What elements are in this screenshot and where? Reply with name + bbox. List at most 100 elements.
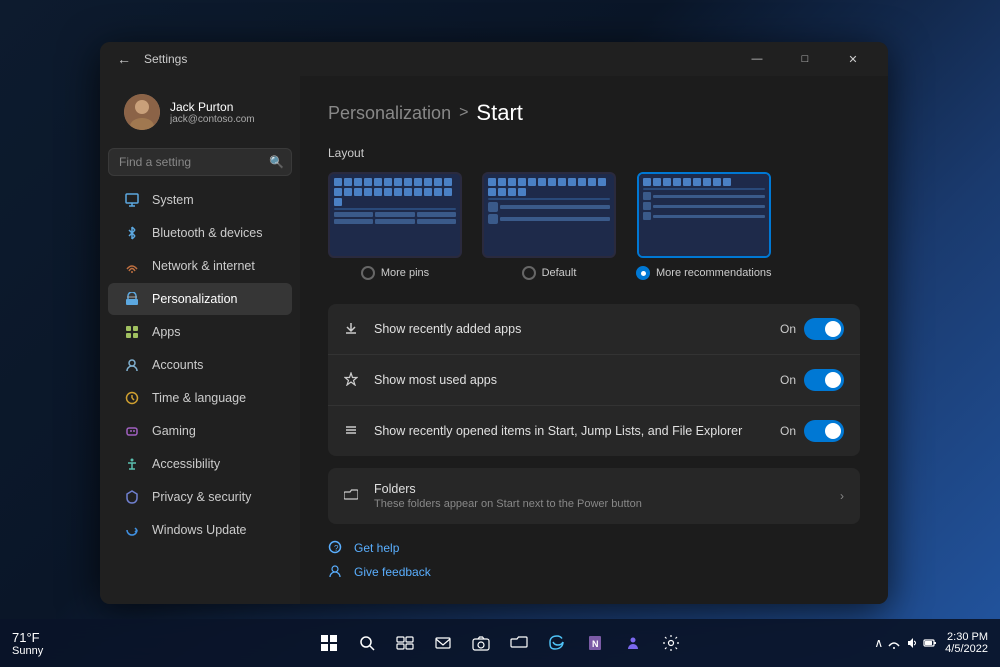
most-used-icon bbox=[344, 372, 362, 389]
get-help-label: Get help bbox=[354, 541, 399, 555]
back-button[interactable]: ← bbox=[112, 47, 136, 71]
recently-added-status: On bbox=[780, 322, 796, 336]
sys-tray-icons: ∧ bbox=[874, 636, 937, 650]
system-icon bbox=[124, 192, 140, 208]
taskview-button[interactable] bbox=[389, 627, 421, 659]
window-controls: — □ ✕ bbox=[734, 44, 876, 74]
sidebar-item-accessibility[interactable]: Accessibility bbox=[108, 448, 292, 480]
toggle-section: Show recently added apps On Show most us… bbox=[328, 304, 860, 456]
breadcrumb: Personalization bbox=[328, 103, 451, 124]
mail-button[interactable] bbox=[427, 627, 459, 659]
taskbar-clock[interactable]: 2:30 PM 4/5/2022 bbox=[945, 631, 988, 655]
gaming-icon bbox=[124, 423, 140, 439]
svg-text:N: N bbox=[592, 639, 599, 649]
taskbar-center: N bbox=[313, 627, 687, 659]
most-used-text: Show most used apps bbox=[374, 373, 780, 387]
give-feedback-label: Give feedback bbox=[354, 565, 431, 579]
user-email: jack@contoso.com bbox=[170, 114, 255, 125]
taskbar-weather: 71°F Sunny bbox=[12, 630, 43, 657]
onenote-button[interactable]: N bbox=[579, 627, 611, 659]
update-icon bbox=[124, 522, 140, 538]
time-label: Time & language bbox=[152, 391, 246, 405]
layout-label-more-recommendations: More recommendations bbox=[656, 267, 772, 279]
edge-button[interactable] bbox=[541, 627, 573, 659]
radio-circle-more-recommendations bbox=[636, 266, 650, 280]
sidebar-item-system[interactable]: System bbox=[108, 184, 292, 216]
radio-circle-more-pins bbox=[361, 266, 375, 280]
search-input[interactable] bbox=[108, 148, 292, 176]
recently-added-toggle[interactable] bbox=[804, 318, 844, 340]
most-used-status: On bbox=[780, 373, 796, 387]
radio-more-recommendations[interactable]: More recommendations bbox=[636, 266, 772, 280]
sidebar-item-gaming[interactable]: Gaming bbox=[108, 415, 292, 447]
page-header: Personalization > Start bbox=[328, 100, 860, 126]
taskbar-left: 71°F Sunny bbox=[12, 630, 51, 657]
start-button[interactable] bbox=[313, 627, 345, 659]
sidebar-item-network[interactable]: Network & internet bbox=[108, 250, 292, 282]
camera-button[interactable] bbox=[465, 627, 497, 659]
accessibility-icon bbox=[124, 456, 140, 472]
sidebar-item-privacy[interactable]: Privacy & security bbox=[108, 481, 292, 513]
layout-preview-default bbox=[482, 172, 616, 258]
sidebar-item-update[interactable]: Windows Update bbox=[108, 514, 292, 546]
radio-default[interactable]: Default bbox=[522, 266, 577, 280]
layout-option-default[interactable]: Default bbox=[482, 172, 616, 280]
folder-icon bbox=[344, 488, 362, 505]
recently-opened-toggle[interactable] bbox=[804, 420, 844, 442]
settings-taskbar-button[interactable] bbox=[655, 627, 687, 659]
layout-option-more-recommendations[interactable]: More recommendations bbox=[636, 172, 772, 280]
battery-icon bbox=[923, 636, 937, 650]
recently-added-label: Show recently added apps bbox=[374, 322, 780, 336]
breadcrumb-separator: > bbox=[459, 104, 468, 122]
folders-section: Folders These folders appear on Start ne… bbox=[328, 468, 860, 524]
minimize-button[interactable]: — bbox=[734, 44, 780, 74]
sidebar-item-personalization[interactable]: Personalization bbox=[108, 283, 292, 315]
maximize-button[interactable]: □ bbox=[782, 44, 828, 74]
svg-text:?: ? bbox=[334, 544, 339, 553]
weather-condition: Sunny bbox=[12, 645, 43, 657]
clock-date: 4/5/2022 bbox=[945, 643, 988, 655]
taskbar: 71°F Sunny bbox=[0, 619, 1000, 667]
help-links: ? Get help Give feedback bbox=[328, 540, 860, 580]
teams-button[interactable] bbox=[617, 627, 649, 659]
chevron-up-icon[interactable]: ∧ bbox=[874, 636, 883, 650]
radio-more-pins[interactable]: More pins bbox=[361, 266, 429, 280]
recently-opened-icon bbox=[344, 423, 362, 440]
user-info: Jack Purton jack@contoso.com bbox=[170, 100, 255, 125]
layout-section-label: Layout bbox=[328, 146, 860, 160]
sidebar: Jack Purton jack@contoso.com 🔍 System bbox=[100, 76, 300, 604]
sidebar-item-time[interactable]: Time & language bbox=[108, 382, 292, 414]
privacy-icon bbox=[124, 489, 140, 505]
recently-opened-text: Show recently opened items in Start, Jum… bbox=[374, 424, 780, 438]
toggle-row-most-used: Show most used apps On bbox=[328, 355, 860, 406]
network-label: Network & internet bbox=[152, 259, 255, 273]
folders-row[interactable]: Folders These folders appear on Start ne… bbox=[328, 468, 860, 524]
sidebar-item-apps[interactable]: Apps bbox=[108, 316, 292, 348]
search-button[interactable] bbox=[351, 627, 383, 659]
get-help-link[interactable]: ? Get help bbox=[328, 540, 860, 556]
layout-label-default: Default bbox=[542, 267, 577, 279]
time-icon bbox=[124, 390, 140, 406]
apps-label: Apps bbox=[152, 325, 181, 339]
layout-label-more-pins: More pins bbox=[381, 267, 429, 279]
accounts-label: Accounts bbox=[152, 358, 203, 372]
bluetooth-icon bbox=[124, 225, 140, 241]
apps-icon bbox=[124, 324, 140, 340]
sidebar-item-bluetooth[interactable]: Bluetooth & devices bbox=[108, 217, 292, 249]
weather-temp: 71°F bbox=[12, 630, 43, 645]
clock-time: 2:30 PM bbox=[945, 631, 988, 643]
sidebar-item-accounts[interactable]: Accounts bbox=[108, 349, 292, 381]
settings-body: Jack Purton jack@contoso.com 🔍 System bbox=[100, 76, 888, 604]
close-button[interactable]: ✕ bbox=[830, 44, 876, 74]
bluetooth-label: Bluetooth & devices bbox=[152, 226, 263, 240]
layout-option-more-pins[interactable]: More pins bbox=[328, 172, 462, 280]
get-help-icon: ? bbox=[328, 540, 344, 556]
gaming-label: Gaming bbox=[152, 424, 196, 438]
avatar bbox=[124, 94, 160, 130]
recently-opened-status: On bbox=[780, 424, 796, 438]
user-profile[interactable]: Jack Purton jack@contoso.com bbox=[108, 84, 292, 140]
explorer-button[interactable] bbox=[503, 627, 535, 659]
give-feedback-link[interactable]: Give feedback bbox=[328, 564, 860, 580]
network-tray-icon bbox=[887, 636, 901, 650]
most-used-toggle[interactable] bbox=[804, 369, 844, 391]
